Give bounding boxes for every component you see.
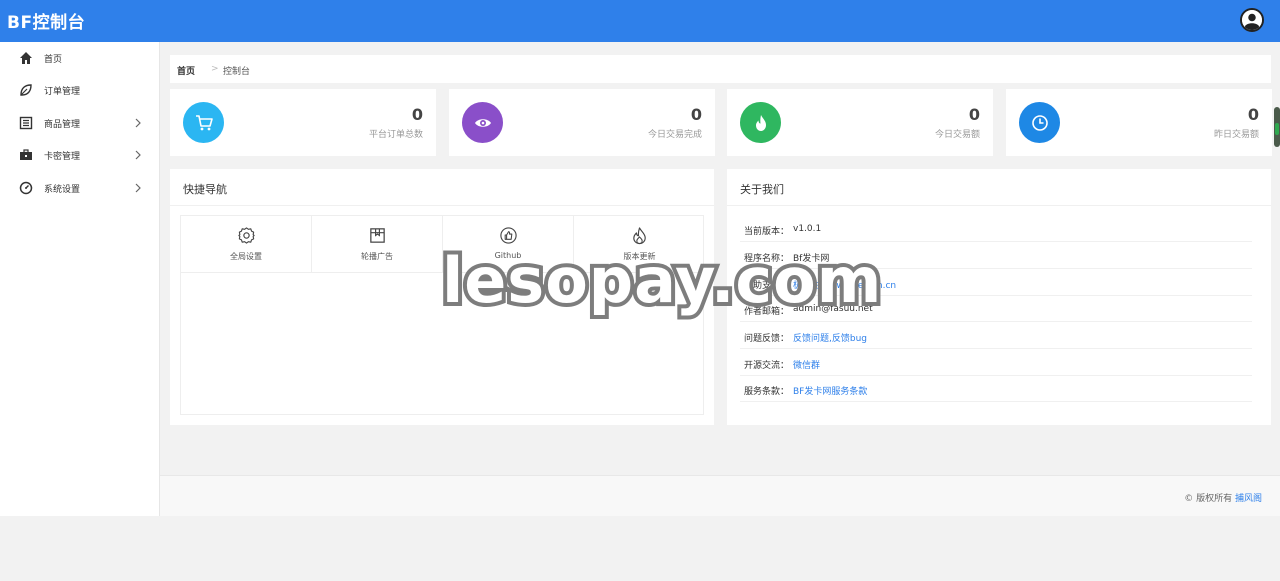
- stat-label: 平台订单总数: [368, 130, 423, 140]
- quick-nav-version-update[interactable]: 版本更新: [574, 216, 705, 273]
- box-icon: [370, 228, 385, 243]
- sidebar-item-cards[interactable]: 卡密管理: [0, 139, 160, 171]
- panel-title: 快捷导航: [183, 183, 227, 196]
- about-key: 作者邮箱：: [744, 307, 790, 317]
- sidebar-item-label: 订单管理: [44, 87, 81, 97]
- fire-icon: [755, 114, 766, 131]
- sidebar-item-settings[interactable]: 系统设置: [0, 172, 160, 204]
- sidebar-item-label: 商品管理: [44, 120, 81, 130]
- stat-card-total-orders: 0 平台订单总数: [170, 89, 436, 156]
- sidebar-item-products[interactable]: 商品管理: [0, 107, 160, 139]
- eye-icon: [474, 118, 491, 127]
- stat-icon-circle: [183, 102, 224, 143]
- quick-nav-github[interactable]: Github: [443, 216, 574, 273]
- chevron-right-icon: [135, 118, 141, 128]
- about-key: 服务条款：: [744, 387, 790, 397]
- stat-icon-circle: [740, 102, 781, 143]
- home-icon: [20, 52, 32, 64]
- quick-nav-label: 轮播广告: [361, 252, 393, 261]
- footer: © 版权所有 捕风阁: [160, 475, 1280, 516]
- breadcrumb: 首页 > 控制台: [170, 55, 1271, 83]
- panel-title: 关于我们: [740, 183, 784, 196]
- breadcrumb-separator: >: [211, 64, 219, 74]
- about-row-community: 开源交流： 微信群: [740, 349, 1252, 376]
- chevron-right-icon: [135, 150, 141, 160]
- stat-value: 0: [1247, 105, 1259, 124]
- quick-nav-panel: 快捷导航 全局设置 轮播广告 Github 版本更新: [170, 169, 714, 425]
- about-row-version: 当前版本： v1.0.1: [740, 215, 1252, 242]
- stat-icon-circle: [1019, 102, 1060, 143]
- clock-icon: [1031, 114, 1048, 131]
- breadcrumb-home[interactable]: 首页: [177, 64, 195, 77]
- stat-value: 0: [690, 105, 702, 124]
- sidebar-item-orders[interactable]: 订单管理: [0, 74, 160, 106]
- about-key: 开源交流：: [744, 361, 790, 371]
- quick-nav-grid: 全局设置 轮播广告 Github 版本更新: [180, 215, 705, 415]
- sidebar-item-home[interactable]: 首页: [0, 42, 160, 74]
- sidebar-item-label: 系统设置: [44, 185, 81, 195]
- thumb-up-icon: [500, 227, 517, 244]
- about-value: Bf发卡网: [793, 254, 830, 264]
- panel-divider: [170, 205, 714, 206]
- user-avatar[interactable]: [1240, 8, 1264, 32]
- stat-value: 0: [968, 105, 980, 124]
- footer-copyright: © 版权所有 捕风阁: [1184, 491, 1262, 504]
- quick-nav-global-settings[interactable]: 全局设置: [181, 216, 312, 273]
- flame-icon: [633, 227, 646, 245]
- gear-icon: [238, 227, 255, 244]
- briefcase-icon: [20, 149, 32, 160]
- about-row-program-name: 程序名称： Bf发卡网: [740, 242, 1252, 269]
- stat-card-today-completed: 0 今日交易完成: [449, 89, 715, 156]
- panel-divider: [727, 205, 1271, 206]
- chevron-right-icon: [135, 183, 141, 193]
- sidebar-item-label: 首页: [44, 55, 63, 65]
- cart-icon: [195, 114, 213, 130]
- about-row-feedback: 问题反馈： 反馈问题,反馈bug: [740, 322, 1252, 349]
- about-row-terms: 服务条款： BF发卡网服务条款: [740, 375, 1252, 402]
- list-icon: [19, 116, 33, 130]
- stat-value: 0: [411, 105, 423, 124]
- about-panel: 关于我们 当前版本： v1.0.1 程序名称： Bf发卡网 赞助支持： 极云主机…: [727, 169, 1271, 425]
- top-bar: BF控制台: [0, 0, 1280, 42]
- about-key: 赞助支持：: [744, 281, 790, 291]
- feedback-link[interactable]: 反馈问题,反馈bug: [793, 331, 867, 344]
- stat-card-today-amount: 0 今日交易额: [727, 89, 993, 156]
- sidebar: 首页 订单管理 商品管理 卡密管理 系统设置: [0, 42, 160, 516]
- quick-nav-label: 全局设置: [230, 252, 262, 261]
- stat-label: 昨日交易额: [1213, 130, 1259, 140]
- footer-link[interactable]: 捕风阁: [1235, 494, 1262, 504]
- terms-link[interactable]: BF发卡网服务条款: [793, 384, 867, 397]
- main-content: 首页 > 控制台 0 平台订单总数 0 今日交易完成 0 今日交易额 0 昨日交…: [160, 42, 1280, 516]
- wechat-group-link[interactable]: 微信群: [793, 358, 820, 371]
- quick-nav-carousel-ads[interactable]: 轮播广告: [312, 216, 443, 273]
- about-value: v1.0.1: [793, 224, 822, 234]
- about-key: 当前版本：: [744, 227, 790, 237]
- about-row-sponsor: 赞助支持： 极云主机www.zeiyun.cn: [740, 269, 1252, 296]
- about-key: 问题反馈：: [744, 334, 790, 344]
- quick-nav-label: 版本更新: [623, 252, 656, 261]
- about-value: admin@fasuu.net: [793, 304, 873, 314]
- sponsor-link[interactable]: 极云主机www.zeiyun.cn: [793, 278, 896, 291]
- breadcrumb-current: 控制台: [223, 67, 251, 77]
- stat-card-yesterday-amount: 0 昨日交易额: [1006, 89, 1272, 156]
- quick-nav-label: Github: [494, 251, 522, 260]
- leaf-icon: [20, 84, 32, 96]
- stat-label: 今日交易完成: [647, 130, 702, 140]
- stat-icon-circle: [462, 102, 503, 143]
- copyright-text: © 版权所有: [1184, 494, 1233, 504]
- sidebar-item-label: 卡密管理: [44, 152, 81, 162]
- about-row-email: 作者邮箱： admin@fasuu.net: [740, 295, 1252, 322]
- about-key: 程序名称：: [744, 254, 790, 264]
- user-icon: [1242, 10, 1262, 30]
- stat-label: 今日交易额: [934, 130, 980, 140]
- scrollbar-thumb[interactable]: [1274, 107, 1280, 147]
- brand-title[interactable]: BF控制台: [7, 8, 85, 33]
- gauge-icon: [19, 181, 33, 195]
